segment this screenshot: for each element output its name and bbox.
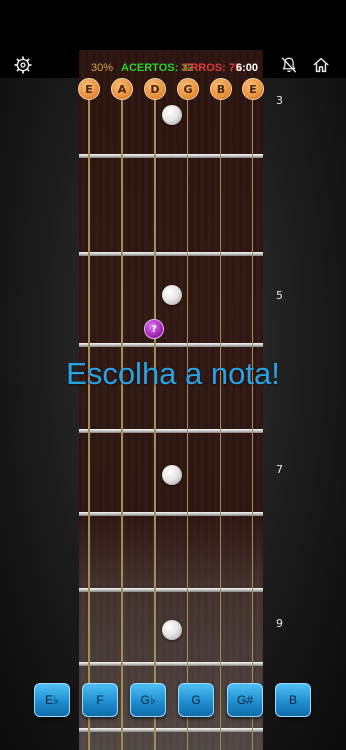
fret-marker-5 bbox=[162, 285, 182, 305]
open-string-button[interactable]: B bbox=[210, 78, 232, 100]
question-note-marker: ? bbox=[144, 319, 164, 339]
string-low-e bbox=[88, 78, 90, 750]
fret-marker-7 bbox=[162, 465, 182, 485]
fret-wire bbox=[79, 343, 263, 347]
string-g bbox=[187, 78, 188, 750]
string-d bbox=[154, 78, 156, 750]
fret-wire bbox=[79, 662, 263, 666]
answer-button[interactable]: G♭ bbox=[130, 683, 166, 717]
fret-wire bbox=[79, 728, 263, 732]
string-a bbox=[121, 78, 123, 750]
fret-marker-3 bbox=[162, 105, 182, 125]
fret-number: 7 bbox=[276, 463, 283, 476]
bell-off-icon bbox=[281, 57, 297, 73]
fret-marker-9 bbox=[162, 620, 182, 640]
open-string-button[interactable]: G bbox=[177, 78, 199, 100]
open-string-button[interactable]: A bbox=[111, 78, 133, 100]
fret-wire bbox=[79, 429, 263, 433]
errors-count: ERROS: 75 bbox=[183, 62, 242, 74]
fret-wire bbox=[79, 512, 263, 516]
string-b bbox=[220, 78, 221, 750]
alerts-toggle-button[interactable] bbox=[280, 56, 298, 74]
fret-number: 9 bbox=[276, 617, 283, 630]
fret-wire bbox=[79, 252, 263, 256]
home-icon bbox=[313, 57, 329, 73]
gear-icon bbox=[14, 56, 32, 74]
fret-wire bbox=[79, 588, 263, 592]
home-button[interactable] bbox=[312, 56, 330, 74]
fret-wire bbox=[79, 154, 263, 158]
open-string-button[interactable]: E bbox=[78, 78, 100, 100]
open-string-button[interactable]: D bbox=[144, 78, 166, 100]
answer-button[interactable]: B bbox=[275, 683, 311, 717]
string-high-e bbox=[252, 78, 253, 750]
answer-button[interactable]: F bbox=[82, 683, 118, 717]
fret-number: 5 bbox=[276, 289, 283, 302]
timer: 6:00 bbox=[236, 62, 259, 74]
prompt-text: Escolha a nota! bbox=[66, 356, 280, 391]
open-string-button[interactable]: E bbox=[242, 78, 264, 100]
answer-button[interactable]: E♭ bbox=[34, 683, 70, 717]
answer-button[interactable]: G bbox=[178, 683, 214, 717]
answer-button[interactable]: G# bbox=[227, 683, 263, 717]
settings-button[interactable] bbox=[14, 56, 32, 74]
fret-number: 3 bbox=[276, 94, 283, 107]
score-percent: 30% bbox=[91, 62, 114, 74]
